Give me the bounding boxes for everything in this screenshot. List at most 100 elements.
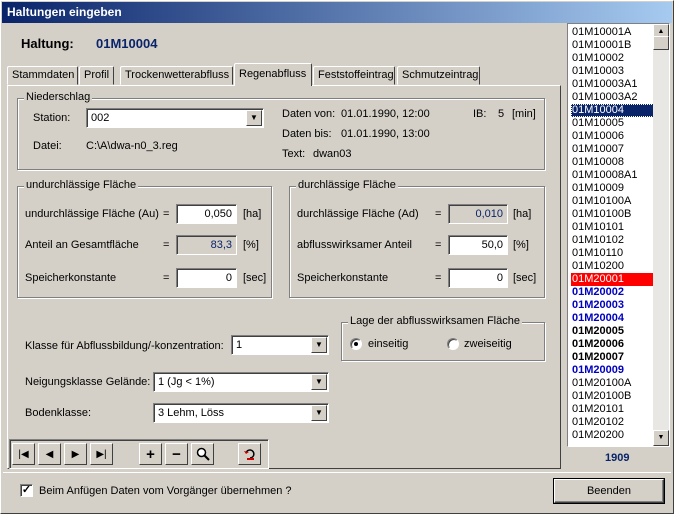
- delete-record-button[interactable]: −: [165, 443, 188, 465]
- list-item[interactable]: 01M10002: [571, 52, 654, 65]
- text-label: Text:: [282, 148, 306, 160]
- chevron-down-icon[interactable]: ▼: [311, 405, 327, 421]
- list-item[interactable]: 01M20009: [571, 364, 654, 377]
- next-record-button[interactable]: ▶: [64, 443, 87, 465]
- daten-von-label: Daten von:: [282, 108, 336, 120]
- durch-anteil-eq: =: [435, 239, 442, 251]
- tab-schmutzeintrag[interactable]: Schmutzeintrag: [397, 66, 480, 85]
- plus-icon: +: [146, 445, 155, 463]
- first-icon: |◀: [18, 448, 29, 460]
- durch-speicher-eq: =: [435, 272, 442, 284]
- list-item[interactable]: 01M20002: [571, 286, 654, 299]
- station-label: Station:: [33, 112, 71, 124]
- list-item[interactable]: 01M10102: [571, 234, 654, 247]
- list-item[interactable]: 01M20001: [571, 273, 654, 286]
- last-record-button[interactable]: ▶|: [90, 443, 113, 465]
- undurch-speicher-input[interactable]: 0: [176, 268, 237, 288]
- list-item[interactable]: 01M20003: [571, 299, 654, 312]
- undurch-area-label: undurchlässige Fläche (Au): [25, 208, 159, 220]
- list-item[interactable]: 01M20200: [571, 429, 654, 442]
- list-item[interactable]: 01M10001B: [571, 39, 654, 52]
- undo-button[interactable]: [238, 443, 261, 465]
- list-item[interactable]: 01M10001A: [571, 26, 654, 39]
- list-item[interactable]: 01M10005: [571, 117, 654, 130]
- window-title: Haltungen eingeben: [2, 2, 672, 23]
- beenden-button[interactable]: Beenden: [554, 479, 664, 503]
- tab-regenabfluss[interactable]: Regenabfluss: [234, 63, 312, 86]
- daten-bis-label: Daten bis:: [282, 128, 332, 140]
- daten-von-value: 01.01.1990, 12:00: [341, 108, 430, 120]
- list-item[interactable]: 01M10100A: [571, 195, 654, 208]
- chevron-down-icon[interactable]: ▼: [311, 374, 327, 390]
- einseitig-radio[interactable]: [350, 338, 362, 350]
- tab-profil[interactable]: Profil: [79, 66, 114, 85]
- list-item[interactable]: 01M20005: [571, 325, 654, 338]
- neigung-label: Neigungsklasse Gelände:: [25, 376, 151, 388]
- undurch-speicher-eq: =: [163, 272, 170, 284]
- list-item[interactable]: 01M10100B: [571, 208, 654, 221]
- durch-speicher-unit: [sec]: [513, 272, 537, 284]
- chevron-down-icon[interactable]: ▼: [246, 110, 262, 126]
- station-select[interactable]: 002 ▼: [86, 108, 264, 128]
- search-record-button[interactable]: [191, 443, 214, 465]
- zweiseitig-label[interactable]: zweiseitig: [464, 338, 512, 350]
- list-count: 1909: [605, 452, 630, 464]
- tab-feststoffeintrag[interactable]: Feststoffeintrag: [313, 66, 395, 85]
- list-item[interactable]: 01M10110: [571, 247, 654, 260]
- haltung-value: 01M10004: [96, 36, 158, 51]
- undurch-title: undurchlässige Fläche: [24, 179, 139, 191]
- footer-divider: [3, 472, 671, 473]
- klasse-select[interactable]: 1 ▼: [231, 335, 329, 355]
- list-item[interactable]: 01M10009: [571, 182, 654, 195]
- list-item[interactable]: 01M10007: [571, 143, 654, 156]
- list-item[interactable]: 01M10200: [571, 260, 654, 273]
- klasse-label: Klasse für Abflussbildung/-konzentration…: [25, 340, 224, 352]
- list-item[interactable]: 01M10004: [571, 104, 654, 117]
- scroll-down-button[interactable]: ▼: [653, 430, 669, 446]
- undurch-speicher-unit: [sec]: [243, 272, 267, 284]
- list-scrollbar[interactable]: ▲ ▼: [653, 24, 669, 446]
- prev-record-button[interactable]: ◀: [38, 443, 61, 465]
- tab-stammdaten[interactable]: Stammdaten: [7, 66, 78, 85]
- einseitig-label[interactable]: einseitig: [368, 338, 408, 350]
- undurch-anteil-eq: =: [163, 239, 170, 251]
- durch-anteil-input[interactable]: 50,0: [448, 235, 508, 255]
- list-item[interactable]: 01M20101: [571, 403, 654, 416]
- list-item[interactable]: 01M20100A: [571, 377, 654, 390]
- list-item[interactable]: 01M20102: [571, 416, 654, 429]
- list-item[interactable]: 01M10003: [571, 65, 654, 78]
- undurch-area-input[interactable]: 0,050: [176, 204, 237, 224]
- datei-value: C:\A\dwa-n0_3.reg: [86, 140, 178, 152]
- list-item[interactable]: 01M10008A1: [571, 169, 654, 182]
- datei-label: Datei:: [33, 140, 62, 152]
- durch-speicher-input[interactable]: 0: [448, 268, 508, 288]
- vorgaenger-label: Beim Anfügen Daten vom Vorgänger überneh…: [39, 485, 292, 497]
- add-record-button[interactable]: +: [139, 443, 162, 465]
- ib-unit: [min]: [512, 108, 536, 120]
- vorgaenger-checkbox[interactable]: ✓: [20, 484, 33, 497]
- list-item[interactable]: 01M20100B: [571, 390, 654, 403]
- undo-icon: [243, 449, 255, 460]
- boden-label: Bodenklasse:: [25, 407, 92, 419]
- list-item[interactable]: 01M20006: [571, 338, 654, 351]
- list-item[interactable]: 01M20004: [571, 312, 654, 325]
- durch-area-unit: [ha]: [513, 208, 532, 220]
- first-record-button[interactable]: |◀: [12, 443, 35, 465]
- list-item[interactable]: 01M10003A2: [571, 91, 654, 104]
- list-item[interactable]: 01M20007: [571, 351, 654, 364]
- list-item[interactable]: 01M10006: [571, 130, 654, 143]
- scroll-thumb[interactable]: [653, 36, 669, 50]
- tab-trockenwetterabfluss[interactable]: Trockenwetterabfluss: [120, 66, 233, 85]
- list-item[interactable]: 01M10003A1: [571, 78, 654, 91]
- boden-value: 3 Lehm, Löss: [158, 407, 225, 419]
- durch-title: durchlässige Fläche: [296, 179, 398, 191]
- durch-anteil-label: abflusswirksamer Anteil: [297, 239, 412, 251]
- zweiseitig-radio[interactable]: [447, 338, 459, 350]
- list-item[interactable]: 01M10008: [571, 156, 654, 169]
- chevron-down-icon[interactable]: ▼: [311, 337, 327, 353]
- list-item[interactable]: 01M10101: [571, 221, 654, 234]
- undurch-area-unit: [ha]: [243, 208, 262, 220]
- prev-icon: ◀: [45, 448, 54, 460]
- neigung-select[interactable]: 1 (Jg < 1%) ▼: [153, 372, 329, 392]
- boden-select[interactable]: 3 Lehm, Löss ▼: [153, 403, 329, 423]
